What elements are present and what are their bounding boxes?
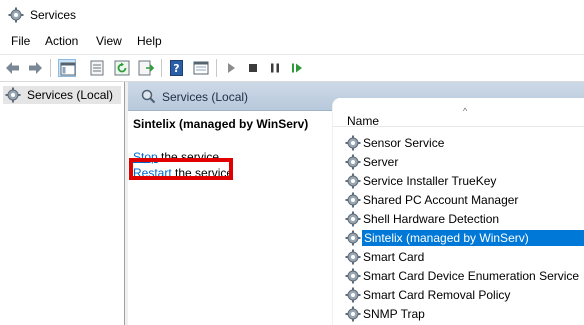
- toolbar-separator: [216, 59, 217, 77]
- gear-icon: [345, 135, 361, 151]
- console-tree: Services (Local): [0, 82, 125, 325]
- tree-item-services-local[interactable]: Services (Local): [3, 86, 121, 104]
- start-icon[interactable]: [222, 59, 240, 77]
- gear-icon: [345, 211, 361, 227]
- svg-text:?: ?: [173, 62, 179, 75]
- service-name: Server: [363, 155, 399, 169]
- table-row[interactable]: SNMP Trap: [333, 305, 584, 324]
- console-tree-icon[interactable]: [58, 59, 76, 77]
- description-icon[interactable]: [192, 59, 210, 77]
- selected-service-name: Sintelix (managed by WinServ): [133, 117, 309, 131]
- gear-icon: [345, 306, 361, 322]
- service-name: Smart Card: [363, 250, 425, 264]
- export-list-icon[interactable]: [137, 59, 155, 77]
- table-row[interactable]: Server: [333, 153, 584, 172]
- pane-title: Services (Local): [162, 90, 249, 104]
- service-name: Shared PC Account Manager: [363, 193, 519, 207]
- gear-icon: [345, 249, 361, 265]
- menu-view[interactable]: View: [96, 34, 122, 48]
- service-name: Service Installer TrueKey: [363, 174, 497, 188]
- sort-ascending-icon: ^: [463, 106, 468, 116]
- table-row[interactable]: Sintelix (managed by WinServ): [333, 229, 584, 248]
- resume-icon[interactable]: [288, 59, 306, 77]
- table-row[interactable]: Smart Card Device Enumeration Service: [333, 267, 584, 286]
- window-title: Services: [30, 8, 77, 22]
- table-row[interactable]: Shared PC Account Manager: [333, 191, 584, 210]
- properties-icon[interactable]: [88, 59, 106, 77]
- back-arrow-icon[interactable]: [4, 59, 22, 77]
- gear-icon: [345, 230, 361, 246]
- gear-icon: [345, 154, 361, 170]
- service-details-panel: Sintelix (managed by WinServ) Stop the s…: [128, 111, 328, 325]
- gear-icon: [345, 192, 361, 208]
- gear-icon: [8, 7, 24, 23]
- service-name: Shell Hardware Detection: [363, 212, 500, 226]
- stop-icon[interactable]: [244, 59, 262, 77]
- gear-icon: [345, 268, 361, 284]
- services-rows: Sensor Service Server Service Installer Tr…: [333, 134, 584, 324]
- menu-help[interactable]: Help: [137, 34, 162, 48]
- help-icon[interactable]: ?: [168, 59, 186, 77]
- toolbar: ?: [0, 54, 584, 82]
- gear-icon: [345, 173, 361, 189]
- toolbar-separator: [161, 59, 162, 77]
- menu-action[interactable]: Action: [45, 34, 78, 48]
- table-row[interactable]: Shell Hardware Detection: [333, 210, 584, 229]
- toolbar-separator: [50, 59, 51, 77]
- gear-icon: [5, 87, 21, 103]
- service-name: Smart Card Removal Policy: [363, 288, 511, 302]
- service-name: Sintelix (managed by WinServ): [362, 230, 584, 246]
- pause-icon[interactable]: [266, 59, 284, 77]
- menu-bar: File Action View Help: [0, 32, 584, 52]
- table-row[interactable]: Smart Card: [333, 248, 584, 267]
- column-label: Name: [347, 114, 380, 128]
- magnifier-icon: [140, 88, 156, 104]
- forward-arrow-icon[interactable]: [26, 59, 44, 77]
- table-row[interactable]: Smart Card Removal Policy: [333, 286, 584, 305]
- table-row[interactable]: Sensor Service: [333, 134, 584, 153]
- refresh-icon[interactable]: [113, 59, 131, 77]
- services-list: ^ Name Sensor Service Server Service Insta…: [332, 98, 584, 325]
- name-column-header[interactable]: ^ Name: [333, 98, 584, 128]
- services-pane: Services (Local) Sintelix (managed by Wi…: [128, 82, 584, 325]
- service-name: Sensor Service: [363, 136, 445, 150]
- menu-file[interactable]: File: [11, 34, 30, 48]
- service-name: SNMP Trap: [363, 307, 425, 321]
- highlight-box: [129, 158, 233, 180]
- table-row[interactable]: Service Installer TrueKey: [333, 172, 584, 191]
- gear-icon: [345, 287, 361, 303]
- title-bar: Services: [0, 0, 584, 30]
- service-name: Smart Card Device Enumeration Service: [363, 269, 580, 283]
- tree-item-label: Services (Local): [27, 88, 114, 102]
